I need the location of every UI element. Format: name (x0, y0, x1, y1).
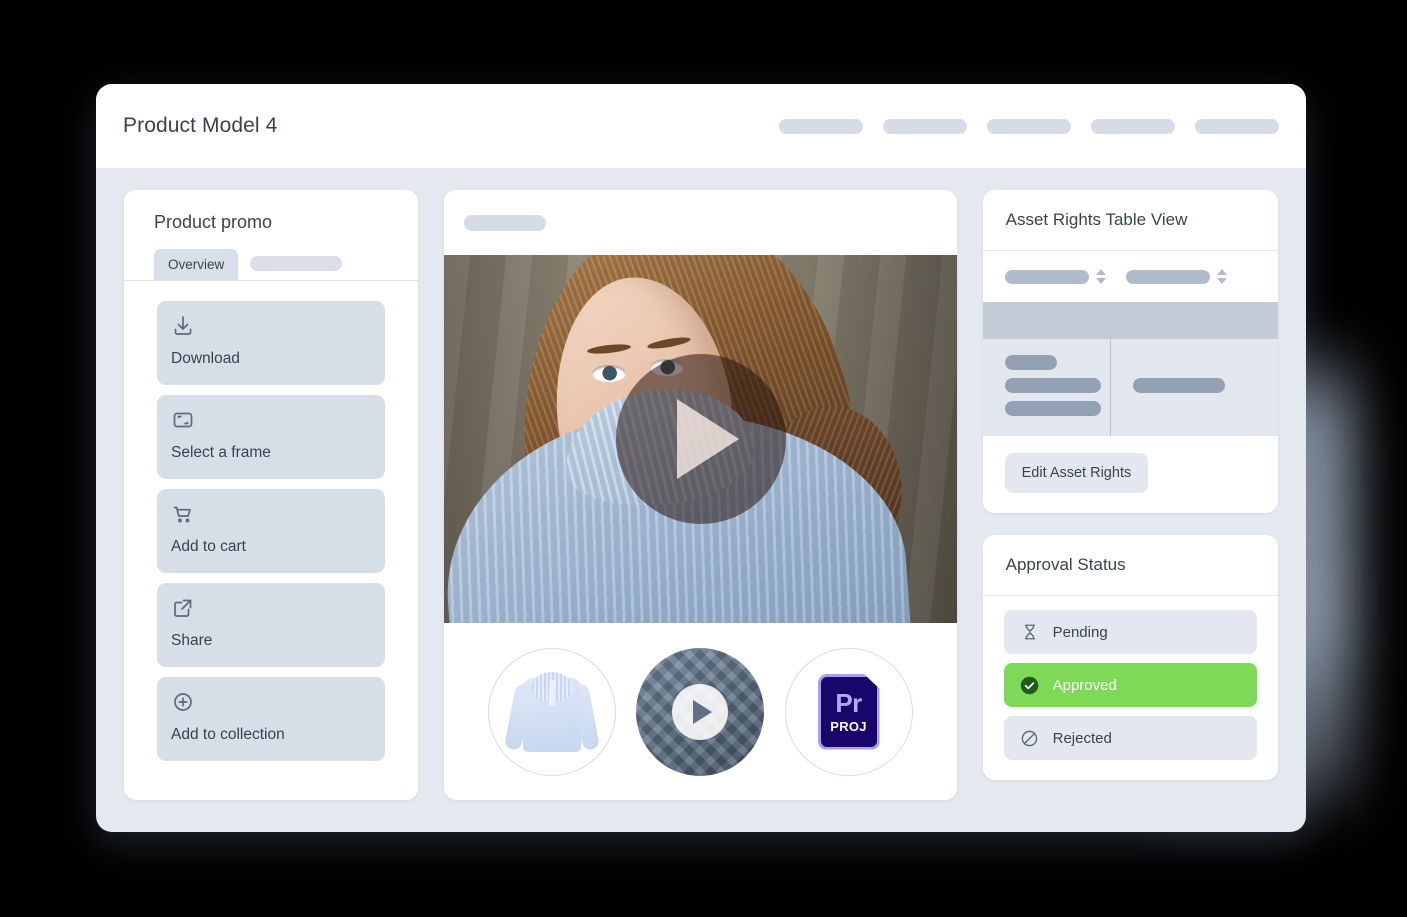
table-cell-1 (983, 339, 1111, 436)
ban-icon (1019, 727, 1041, 749)
action-share-label: Share (171, 632, 213, 649)
action-add-to-cart[interactable]: Add to cart (157, 489, 386, 573)
thumbnail-play-icon (693, 699, 713, 724)
asset-rights-title: Asset Rights Table View (982, 190, 1278, 251)
table-cell-2 (1111, 339, 1278, 436)
right-column: Asset Rights Table View Edit Asset Right… (982, 190, 1278, 804)
plus-circle-icon (171, 690, 371, 716)
status-label-rejected: Rejected (1052, 729, 1112, 747)
thumbnail-product-sweater[interactable] (488, 647, 617, 776)
nav-placeholder-group (779, 118, 1279, 134)
table-column-header-2[interactable] (1125, 269, 1227, 284)
title-bar: Product Model 4 (96, 84, 1306, 168)
share-external-icon (171, 596, 371, 622)
table-column-header-1[interactable] (1004, 269, 1106, 284)
left-panel-header: Product promo (124, 190, 418, 233)
status-label-approved: Approved (1052, 676, 1117, 694)
play-icon (676, 399, 739, 479)
sort-icon-2[interactable] (1216, 269, 1227, 284)
action-select-a-frame-label: Select a frame (171, 444, 271, 461)
sort-ascending-icon (1216, 269, 1227, 275)
tab-placeholder[interactable] (250, 256, 343, 271)
nav-placeholder-3[interactable] (987, 118, 1071, 134)
video-stage[interactable] (444, 255, 957, 623)
action-add-to-collection[interactable]: Add to collection (157, 677, 386, 761)
media-header-placeholder[interactable] (464, 214, 547, 231)
action-share[interactable]: Share (157, 583, 386, 667)
action-download[interactable]: Download (157, 301, 386, 385)
status-option-rejected[interactable]: Rejected (1003, 716, 1257, 760)
nav-placeholder-5[interactable] (1195, 118, 1279, 134)
edit-asset-rights-button[interactable]: Edit Asset Rights (1004, 453, 1149, 493)
media-player-panel: Pr PROJ (444, 190, 957, 800)
premiere-label: Pr (835, 688, 862, 718)
asset-rights-footer: Edit Asset Rights (982, 436, 1278, 513)
asset-rights-panel: Asset Rights Table View Edit Asset Right… (982, 190, 1278, 513)
app-window: Product Model 4 Product promo Overview D… (96, 84, 1306, 832)
check-circle-icon (1019, 674, 1041, 696)
action-list: Download Select a frame Add to cart Shar… (124, 281, 418, 761)
frame-select-icon (171, 408, 371, 434)
action-add-to-cart-label: Add to cart (171, 538, 246, 555)
shopping-cart-icon (171, 502, 371, 528)
center-column: Pr PROJ (444, 190, 957, 804)
cell-skeleton-bar (1132, 378, 1225, 393)
sort-ascending-icon (1095, 269, 1106, 275)
nav-placeholder-2[interactable] (883, 118, 967, 134)
table-row[interactable] (982, 339, 1278, 436)
download-icon (171, 314, 371, 340)
thumbnail-strip: Pr PROJ (444, 623, 956, 800)
play-button[interactable] (615, 354, 786, 524)
approval-status-title: Approval Status (982, 535, 1278, 596)
product-promo-panel: Product promo Overview Download Select a… (124, 190, 419, 800)
column-2-placeholder (1125, 269, 1210, 284)
status-label-pending: Pending (1052, 623, 1108, 641)
action-download-label: Download (171, 350, 240, 367)
approval-status-list: Pending Approved Rejected (983, 596, 1278, 780)
status-option-pending[interactable]: Pending (1003, 610, 1257, 654)
table-separator-band (982, 302, 1278, 339)
page-title: Product Model 4 (123, 114, 278, 137)
media-panel-header (444, 190, 956, 255)
thumbnail-play-button[interactable] (672, 683, 729, 740)
tab-overview[interactable]: Overview (154, 249, 239, 280)
action-select-a-frame[interactable]: Select a frame (157, 395, 386, 479)
sweater-product-icon (504, 666, 601, 758)
thumbnail-video[interactable] (636, 647, 765, 776)
nav-placeholder-4[interactable] (1091, 118, 1175, 134)
window-body: Product promo Overview Download Select a… (96, 168, 1306, 832)
left-column: Product promo Overview Download Select a… (124, 190, 419, 804)
thumbnail-premiere-project[interactable]: Pr PROJ (784, 647, 913, 776)
premiere-sublabel: PROJ (830, 719, 867, 734)
sort-descending-icon (1095, 278, 1106, 284)
left-panel-title: Product promo (154, 212, 273, 232)
cell-skeleton-bar (1004, 378, 1101, 393)
tab-bar: Overview (124, 233, 419, 281)
cell-skeleton-bar (1004, 355, 1057, 370)
table-header-row (982, 251, 1278, 302)
premiere-pro-file-icon: Pr PROJ (817, 673, 880, 750)
sort-icon-1[interactable] (1095, 269, 1106, 284)
status-option-approved[interactable]: Approved (1003, 663, 1257, 707)
action-add-to-collection-label: Add to collection (171, 726, 285, 743)
sort-descending-icon (1216, 278, 1227, 284)
approval-status-panel: Approval Status Pending Approved Rejecte… (982, 535, 1278, 780)
column-1-placeholder (1004, 269, 1089, 284)
screen: Product Model 4 Product promo Overview D… (0, 0, 1407, 917)
nav-placeholder-1[interactable] (779, 118, 863, 134)
hourglass-icon (1019, 621, 1041, 643)
cell-skeleton-bar (1004, 401, 1101, 416)
